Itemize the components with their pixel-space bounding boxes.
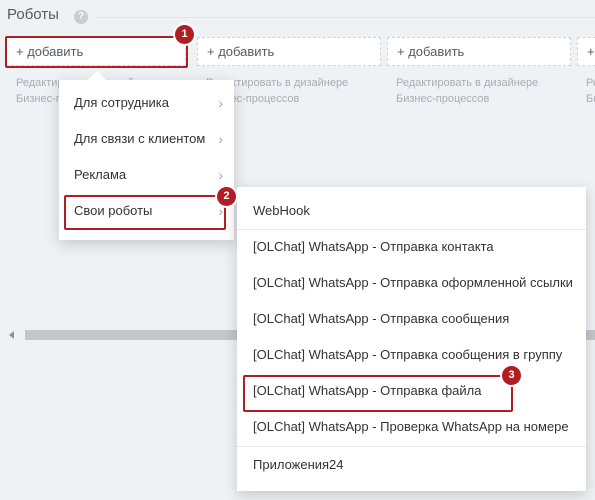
hint-line-2: Бизнес-процессов bbox=[396, 93, 490, 105]
column-hint-4[interactable]: Ре Би bbox=[586, 75, 595, 107]
menu-item-label: [OLChat] WhatsApp - Отправка файла bbox=[253, 383, 482, 398]
step-badge-3: 3 bbox=[502, 366, 521, 385]
menu-item-employee[interactable]: Для сотрудника › bbox=[59, 85, 234, 121]
submenu-item-webhook[interactable]: WebHook bbox=[237, 193, 586, 229]
menu-item-ads[interactable]: Реклама › bbox=[59, 157, 234, 193]
menu-item-label: Свои роботы bbox=[74, 203, 153, 218]
menu-item-label: Для связи с клиентом bbox=[74, 131, 206, 146]
menu-pointer bbox=[88, 71, 106, 80]
menu-item-client[interactable]: Для связи с клиентом › bbox=[59, 121, 234, 157]
menu-item-label: Приложения24 bbox=[253, 457, 344, 472]
add-robot-button-4[interactable]: + bbox=[577, 37, 595, 66]
add-robot-button-2[interactable]: + добавить bbox=[197, 37, 381, 66]
own-robots-submenu: WebHook [OLChat] WhatsApp - Отправка кон… bbox=[237, 187, 586, 491]
menu-item-label: [OLChat] WhatsApp - Отправка контакта bbox=[253, 239, 494, 254]
submenu-item-send-file[interactable]: [OLChat] WhatsApp - Отправка файла bbox=[237, 373, 586, 409]
menu-item-label: [OLChat] WhatsApp - Отправка оформленной… bbox=[253, 275, 573, 290]
menu-item-label: WebHook bbox=[253, 203, 310, 218]
submenu-item-check-number[interactable]: [OLChat] WhatsApp - Проверка WhatsApp на… bbox=[237, 409, 586, 445]
submenu-item-send-message[interactable]: [OLChat] WhatsApp - Отправка сообщения bbox=[237, 301, 586, 337]
chevron-right-icon: › bbox=[218, 131, 223, 147]
robot-category-menu: Для сотрудника › Для связи с клиентом › … bbox=[59, 71, 234, 240]
submenu-item-apps24[interactable]: Приложения24 bbox=[237, 447, 586, 483]
add-robot-button-3[interactable]: + добавить bbox=[387, 37, 571, 66]
menu-item-label: [OLChat] WhatsApp - Отправка сообщения bbox=[253, 311, 510, 326]
step-badge-2: 2 bbox=[217, 187, 236, 206]
section-title: Роботы bbox=[7, 6, 59, 23]
menu-item-label: [OLChat] WhatsApp - Отправка сообщения в… bbox=[253, 347, 563, 362]
column-hint-3[interactable]: Редактировать в дизайнере Бизнес-процесс… bbox=[396, 75, 538, 107]
submenu-item-send-contact[interactable]: [OLChat] WhatsApp - Отправка контакта bbox=[237, 229, 586, 265]
add-robot-button-1[interactable]: + добавить bbox=[6, 37, 186, 66]
chevron-right-icon: › bbox=[218, 95, 223, 111]
scroll-left-icon[interactable] bbox=[9, 331, 14, 339]
help-icon[interactable]: ? bbox=[74, 10, 88, 24]
menu-item-label: [OLChat] WhatsApp - Проверка WhatsApp на… bbox=[253, 419, 569, 434]
submenu-item-send-group-message[interactable]: [OLChat] WhatsApp - Отправка сообщения в… bbox=[237, 337, 586, 373]
menu-item-label: Реклама bbox=[74, 167, 127, 182]
hint-line-2: Би bbox=[586, 93, 595, 105]
title-divider bbox=[96, 17, 595, 18]
menu-item-label: Для сотрудника bbox=[74, 95, 169, 110]
hint-line-1: Редактировать в дизайнере bbox=[396, 77, 539, 89]
hint-line-1: Ре bbox=[586, 77, 595, 89]
menu-item-own-robots[interactable]: Свои роботы › bbox=[59, 193, 234, 229]
submenu-item-send-link[interactable]: [OLChat] WhatsApp - Отправка оформленной… bbox=[237, 265, 586, 301]
step-badge-1: 1 bbox=[175, 25, 194, 44]
